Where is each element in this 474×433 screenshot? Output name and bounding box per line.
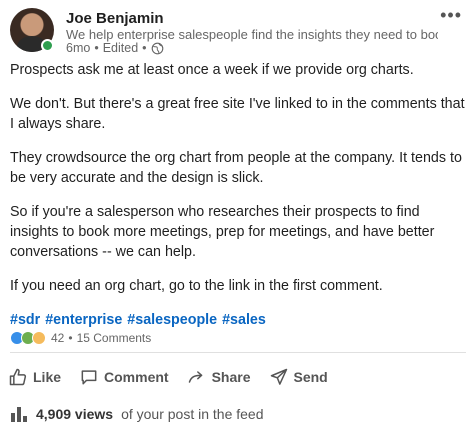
hashtag-link[interactable]: #sdr [10, 310, 40, 330]
hashtag-link[interactable]: #enterprise [45, 310, 122, 330]
thumbs-up-icon [9, 368, 27, 386]
post-views[interactable]: 4,909 views of your post in the feed [10, 406, 264, 422]
divider [10, 352, 466, 353]
like-label: Like [33, 369, 62, 385]
views-count: 4,909 views [36, 406, 114, 422]
post-paragraph: So if you're a salesperson who researche… [10, 204, 435, 260]
post-header: Joe Benjamin We help enterprise salespeo… [10, 6, 464, 58]
comment-button[interactable]: Comment [79, 367, 169, 387]
post-paragraph: If you need an org chart, go to the link… [10, 278, 383, 294]
meta-separator: • [94, 41, 99, 55]
author-name[interactable]: Joe Benjamin [66, 10, 164, 27]
author-headline: We help enterprise salespeople find the … [66, 27, 438, 42]
post-paragraph: We don't. But there's a great free site … [10, 96, 465, 132]
comments-count[interactable]: 15 Comments [77, 331, 152, 345]
hashtag-link[interactable]: #salespeople [127, 310, 217, 330]
meta-separator: • [142, 41, 147, 55]
send-button[interactable]: Send [269, 367, 328, 387]
social-counts: 42 • 15 Comments [10, 330, 151, 346]
post-time: 6mo [66, 41, 91, 55]
post-paragraph: They crowdsource the org chart from peop… [10, 150, 462, 186]
share-label: Share [211, 369, 251, 385]
globe-icon [151, 42, 163, 54]
edited-label: Edited [102, 41, 139, 55]
like-button[interactable]: Like [8, 367, 61, 387]
post-meta: 6mo • Edited • [66, 41, 164, 55]
views-suffix: of your post in the feed [121, 406, 264, 422]
share-arrow-icon [188, 371, 202, 383]
hashtag-list: #sdr #enterprise #salespeople #sales [10, 310, 466, 330]
comment-icon [81, 370, 97, 385]
hashtag-link[interactable]: #sales [222, 310, 266, 330]
comment-label: Comment [104, 369, 169, 385]
action-bar: Like Comment Share Send [8, 364, 346, 390]
share-button[interactable]: Share [187, 367, 251, 387]
online-status-indicator [41, 39, 54, 52]
more-options-icon[interactable]: ••• [440, 6, 462, 24]
reaction-count[interactable]: 42 [51, 331, 64, 345]
social-separator: • [68, 331, 73, 345]
insightful-reaction-icon[interactable] [32, 331, 46, 345]
post-paragraph: Prospects ask me at least once a week if… [10, 62, 414, 78]
send-icon [270, 368, 287, 385]
send-label: Send [293, 369, 328, 385]
post-body: Prospects ask me at least once a week if… [10, 60, 466, 330]
analytics-bar-icon [11, 407, 27, 422]
